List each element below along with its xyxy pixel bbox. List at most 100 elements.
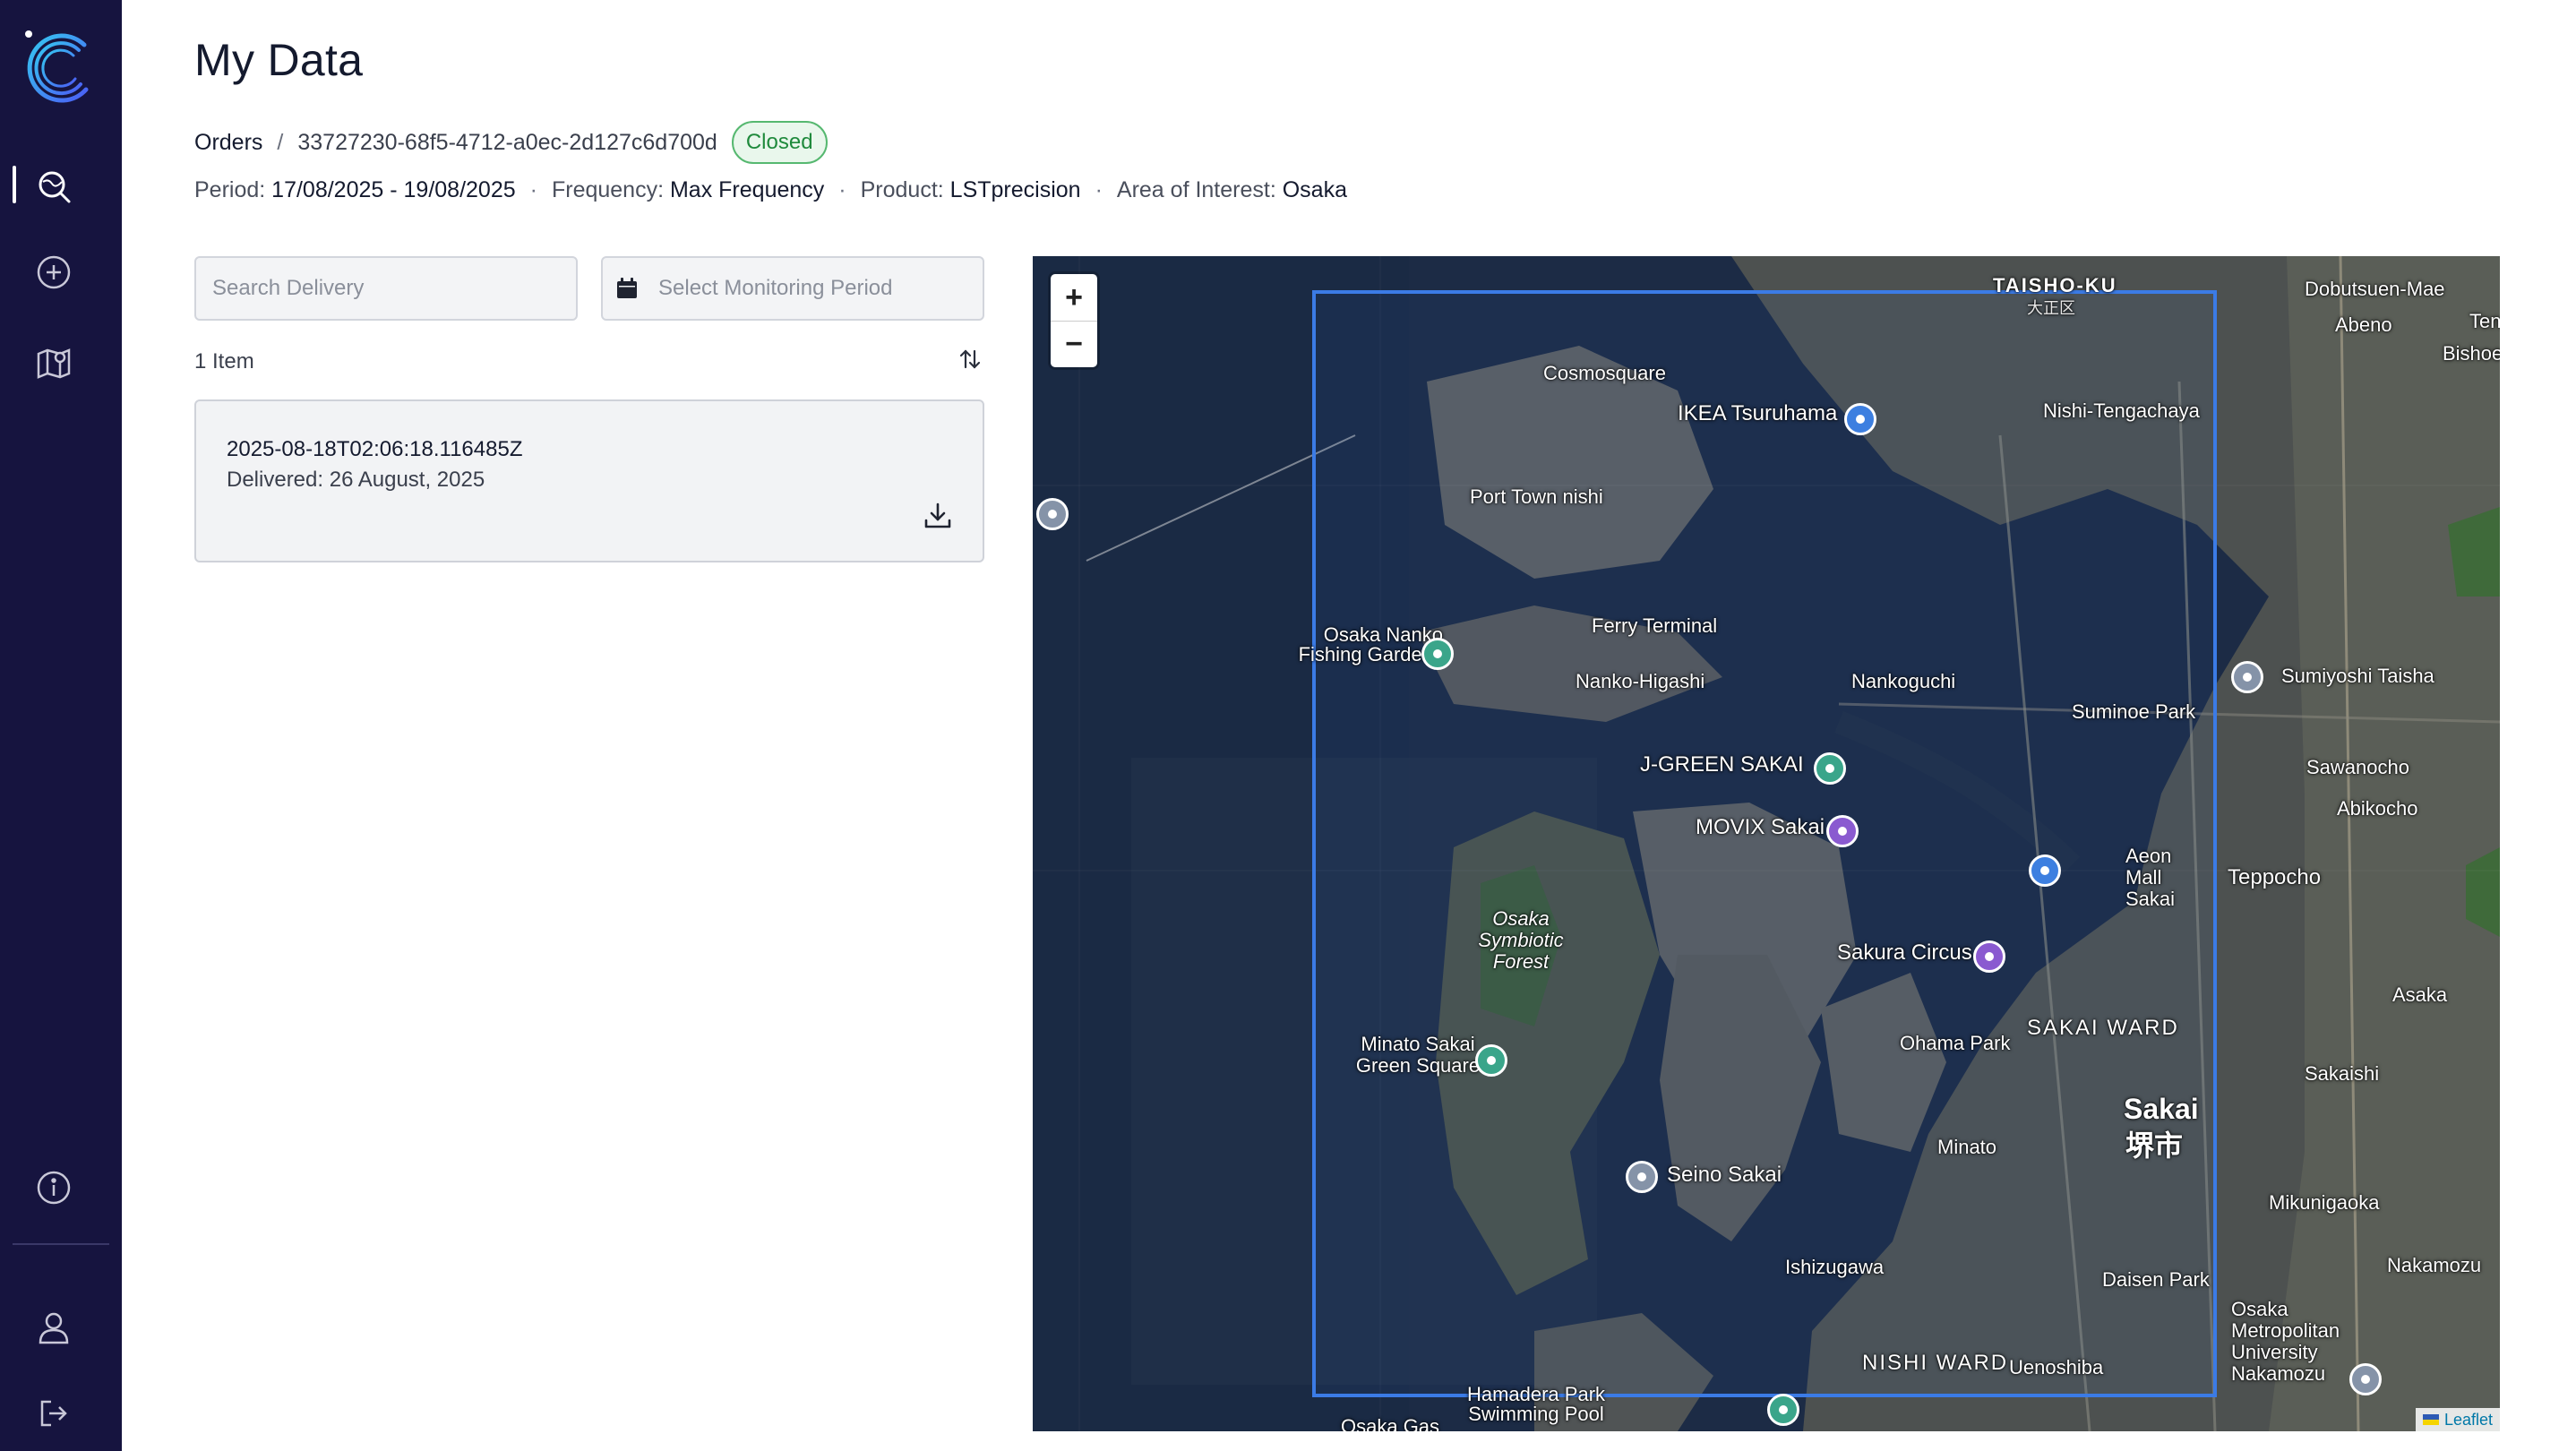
delivery-card[interactable]: 2025-08-18T02:06:18.116485Z Delivered: 2… bbox=[194, 399, 984, 562]
map-label: Port Town nishi bbox=[1470, 485, 1603, 508]
app-logo-icon[interactable] bbox=[20, 27, 102, 109]
poi-pin[interactable] bbox=[1475, 1044, 1507, 1077]
map-label: MOVIX Sakai bbox=[1696, 815, 1825, 839]
map-label: Nakamozu bbox=[2387, 1254, 2482, 1276]
map-label: NISHI WARD bbox=[1862, 1351, 2009, 1375]
map-label: Abikocho bbox=[2337, 797, 2418, 820]
search-map-icon bbox=[39, 171, 71, 203]
map-label: Nankoguchi bbox=[1851, 670, 1956, 692]
nav-new-order[interactable] bbox=[29, 247, 79, 297]
page-title: My Data bbox=[194, 35, 364, 85]
map-label: Ferry Terminal bbox=[1592, 614, 1718, 637]
nav-my-data[interactable] bbox=[29, 161, 79, 211]
map-label: Teppocho bbox=[2228, 865, 2322, 889]
map-label: Sawanocho bbox=[2306, 756, 2409, 778]
map-label: Osaka Metropolitan University Nakamozu bbox=[2231, 1298, 2340, 1385]
frequency-label: Frequency: bbox=[551, 177, 665, 202]
map-label: Suminoe Park bbox=[2072, 700, 2196, 723]
map-label: Nishi-Tengachaya bbox=[2043, 399, 2200, 422]
breadcrumb-order-id: 33727230-68f5-4712-a0ec-2d127c6d700d bbox=[297, 129, 717, 155]
poi-pin[interactable] bbox=[1421, 638, 1454, 670]
download-button[interactable] bbox=[920, 498, 956, 534]
nav-areas[interactable] bbox=[29, 337, 79, 387]
frequency-value: Max Frequency bbox=[669, 177, 825, 202]
poi-pin[interactable] bbox=[1844, 403, 1876, 435]
breadcrumb-orders-link[interactable]: Orders bbox=[194, 130, 262, 156]
map-view[interactable]: TAISHO-KU 大正区 Cosmosquare IKEA Tsuruhama… bbox=[1033, 256, 2500, 1431]
poi-pin[interactable] bbox=[2029, 854, 2061, 887]
poi-pin[interactable] bbox=[2349, 1363, 2382, 1395]
map-label: Osaka Symbiotic Forest bbox=[1478, 907, 1564, 973]
map-label: Abeno bbox=[2335, 313, 2392, 336]
poi-pin[interactable] bbox=[1626, 1161, 1658, 1193]
aoi-value: Osaka bbox=[1282, 177, 1347, 202]
search-delivery-field bbox=[194, 256, 578, 321]
poi-pin[interactable] bbox=[1826, 815, 1859, 847]
period-label: Period: bbox=[194, 177, 266, 202]
zoom-in-button[interactable]: + bbox=[1051, 274, 1097, 321]
monitoring-period-placeholder: Select Monitoring Period bbox=[658, 276, 893, 300]
sidebar-divider bbox=[13, 1243, 109, 1245]
info-icon bbox=[37, 1171, 71, 1205]
map-label: Asaka bbox=[2392, 983, 2448, 1006]
breadcrumb-separator: / bbox=[277, 129, 284, 155]
nav-info[interactable] bbox=[29, 1163, 79, 1213]
map-label: Sumiyoshi Taisha bbox=[2281, 665, 2434, 687]
poi-pin[interactable] bbox=[1814, 752, 1846, 785]
meta-separator: · bbox=[838, 177, 846, 202]
map-label: Minato Sakai Green Square bbox=[1355, 1033, 1481, 1077]
map-label: Dobutsuen-Mae bbox=[2305, 278, 2445, 300]
map-label: Sakai bbox=[2124, 1093, 2199, 1125]
zoom-out-button[interactable]: − bbox=[1051, 321, 1097, 367]
map-label: SAKAI WARD bbox=[2027, 1016, 2179, 1040]
logout-icon bbox=[40, 1400, 67, 1427]
calendar-icon bbox=[617, 278, 637, 298]
poi-pin[interactable] bbox=[1767, 1394, 1799, 1426]
sort-arrows-icon bbox=[959, 349, 981, 369]
map-label: Tenn bbox=[2469, 310, 2500, 332]
period-value: 17/08/2025 - 19/08/2025 bbox=[271, 177, 516, 202]
nav-profile[interactable] bbox=[29, 1302, 79, 1352]
map-label: Daisen Park bbox=[2102, 1268, 2210, 1291]
poi-pin[interactable] bbox=[1036, 498, 1069, 530]
product-label: Product: bbox=[860, 177, 944, 202]
poi-pin[interactable] bbox=[2231, 661, 2263, 693]
map-label: TAISHO-KU bbox=[1993, 274, 2117, 296]
map-label: 大正区 bbox=[2027, 299, 2075, 317]
map-pin-icon bbox=[37, 348, 71, 379]
map-label: 堺市 bbox=[2125, 1129, 2184, 1162]
map-label: Uenoshiba bbox=[2009, 1356, 2104, 1378]
map-label: Osaka Gas bbox=[1341, 1415, 1440, 1431]
monitoring-period-select[interactable]: Select Monitoring Period bbox=[601, 256, 984, 321]
map-label: Nanko-Higashi bbox=[1576, 670, 1705, 692]
aoi-label: Area of Interest: bbox=[1116, 177, 1276, 202]
delivery-timestamp: 2025-08-18T02:06:18.116485Z bbox=[227, 437, 523, 461]
zoom-control: + − bbox=[1051, 274, 1097, 367]
map-label: J-GREEN SAKAI bbox=[1640, 752, 1804, 777]
map-attribution: Leaflet bbox=[2415, 1408, 2500, 1431]
map-label: Bishoe bbox=[2443, 342, 2500, 365]
add-circle-icon bbox=[37, 255, 71, 289]
order-meta: Period: 17/08/2025 - 19/08/2025 · Freque… bbox=[194, 177, 1347, 203]
map-label: Seino Sakai bbox=[1667, 1163, 1782, 1187]
sidebar bbox=[0, 0, 122, 1451]
breadcrumb: Orders / 33727230-68f5-4712-a0ec-2d127c6… bbox=[194, 120, 828, 165]
download-icon bbox=[924, 502, 951, 528]
nav-logout[interactable] bbox=[29, 1388, 79, 1438]
map-label: Osaka Nanko Fishing Gardens bbox=[1298, 623, 1443, 665]
map-label: Cosmosquare bbox=[1543, 362, 1666, 384]
product-value: LSTprecision bbox=[949, 177, 1081, 202]
search-delivery-input[interactable] bbox=[212, 276, 576, 301]
area-of-interest-polygon[interactable] bbox=[1312, 290, 2217, 1397]
map-label: Mikunigaoka bbox=[2269, 1191, 2380, 1214]
map-label: Ohama Park bbox=[1900, 1032, 2011, 1054]
ukraine-flag-icon bbox=[2422, 1414, 2439, 1425]
sort-button[interactable] bbox=[955, 344, 985, 374]
map-label: Sakaishi bbox=[2305, 1062, 2380, 1085]
item-count: 1 Item bbox=[194, 349, 254, 373]
attribution-link[interactable]: Leaflet bbox=[2444, 1411, 2493, 1430]
meta-separator: · bbox=[1095, 177, 1103, 202]
meta-separator: · bbox=[529, 177, 537, 202]
map-label: Hamadera Park Swimming Pool bbox=[1466, 1383, 1606, 1425]
poi-pin[interactable] bbox=[1973, 940, 2005, 973]
